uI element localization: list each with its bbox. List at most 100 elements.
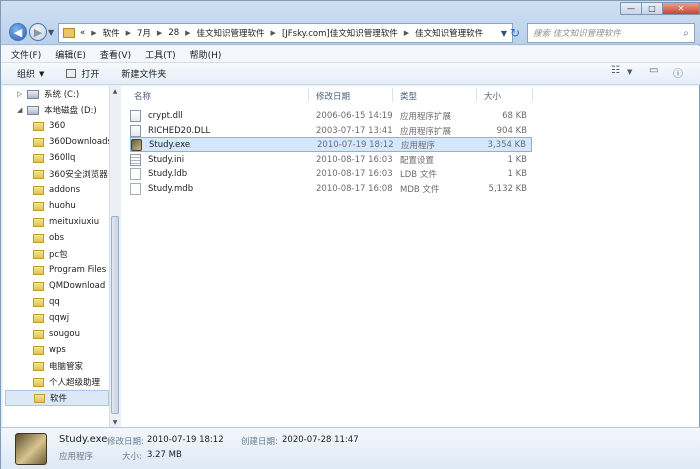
folder-icon xyxy=(33,201,44,211)
sidebar-scrollbar[interactable]: ▲ ▼ xyxy=(109,86,120,427)
sidebar-item-folder[interactable]: 360安全浏览器 xyxy=(33,166,119,182)
column-divider[interactable] xyxy=(308,88,309,102)
details-created-value: 2020-07-28 11:47 xyxy=(282,435,359,445)
breadcrumb-item[interactable]: 佳文知识管理软件 xyxy=(415,27,483,39)
breadcrumb-item[interactable]: [JFsky.com]佳文知识管理软件 xyxy=(282,27,398,39)
sidebar-item-label: huohu xyxy=(49,201,76,211)
column-header-date[interactable]: 修改日期 xyxy=(316,90,350,102)
sidebar-item-folder[interactable]: addons xyxy=(33,182,119,198)
application-icon xyxy=(15,433,47,465)
column-divider[interactable] xyxy=(476,88,477,102)
file-row[interactable]: Study.ini 2010-08-17 16:03 配置设置 1 KB xyxy=(130,152,532,167)
address-field[interactable]: « ▶ 软件 ▶ 7月 ▶ 28 ▶ 佳文知识管理软件 ▶ [JFsky.com… xyxy=(58,23,513,43)
file-size: 1 KB xyxy=(507,154,527,165)
file-row[interactable]: crypt.dll 2006-06-15 14:19 应用程序扩展 68 KB xyxy=(130,108,532,123)
menu-tools[interactable]: 工具(T) xyxy=(145,48,176,61)
file-row-selected[interactable]: Study.exe 2010-07-19 18:12 应用程序 3,354 KB xyxy=(130,137,532,152)
maximize-button[interactable]: □ xyxy=(641,2,663,15)
file-row[interactable]: Study.mdb 2010-08-17 16:08 MDB 文件 5,132 … xyxy=(130,181,532,196)
file-size: 68 KB xyxy=(502,110,527,121)
search-input[interactable]: 搜索 佳文知识管理软件 xyxy=(533,27,678,39)
sidebar-item-label: Program Files xyxy=(49,265,107,275)
file-date: 2010-08-17 16:03 xyxy=(316,168,393,179)
sidebar-item-folder[interactable]: 360llq xyxy=(33,150,119,166)
file-row[interactable]: RICHED20.DLL 2003-07-17 13:41 应用程序扩展 904… xyxy=(130,123,532,138)
file-name: Study.ldb xyxy=(148,168,188,179)
sidebar-item-folder[interactable]: meituxiuxiu xyxy=(33,214,119,230)
sidebar-item-folder[interactable]: qq xyxy=(33,294,119,310)
close-button[interactable]: ✕ xyxy=(662,2,700,15)
sidebar-item-label: 360 xyxy=(49,121,66,131)
search-box[interactable]: 搜索 佳文知识管理软件 ⌕ xyxy=(527,23,695,43)
breadcrumb-overflow[interactable]: « xyxy=(80,28,85,38)
sidebar-item-folder[interactable]: 电脑管家 xyxy=(33,358,119,374)
preview-pane-icon[interactable]: ▭ xyxy=(649,65,658,76)
sidebar-item-folder[interactable]: qqwj xyxy=(33,310,119,326)
file-type: 配置设置 xyxy=(400,155,435,166)
file-size: 3,354 KB xyxy=(487,139,526,150)
breadcrumb-item[interactable]: 佳文知识管理软件 xyxy=(197,27,265,39)
sidebar-item-drive-d[interactable]: ◢ 本地磁盘 (D:) xyxy=(17,102,119,118)
sidebar-item-label: 本地磁盘 (D:) xyxy=(44,106,97,116)
generic-file-icon xyxy=(130,167,141,180)
sidebar-item-drive-c[interactable]: ▷ 系统 (C:) xyxy=(17,86,119,102)
sidebar-item-folder[interactable]: pc包 xyxy=(33,246,119,262)
scrollbar-thumb[interactable] xyxy=(111,216,119,414)
column-header-type[interactable]: 类型 xyxy=(400,90,417,102)
scroll-down-icon[interactable]: ▼ xyxy=(110,417,120,427)
column-header-name[interactable]: 名称 xyxy=(134,90,151,102)
breadcrumb-item[interactable]: 7月 xyxy=(137,27,151,39)
refresh-icon[interactable]: ↻ xyxy=(507,23,523,43)
menu-help[interactable]: 帮助(H) xyxy=(190,48,222,61)
sidebar-item-label: 电脑管家 xyxy=(49,362,84,372)
details-file-type: 应用程序 xyxy=(59,452,94,462)
expand-arrow-icon[interactable]: ▷ xyxy=(17,90,27,98)
file-name: Study.exe xyxy=(149,139,191,150)
collapse-arrow-icon[interactable]: ◢ xyxy=(17,106,27,114)
breadcrumb-item[interactable]: 软件 xyxy=(103,27,120,39)
chevron-down-icon: ▼ xyxy=(39,69,45,78)
view-options-icon[interactable]: ☷ xyxy=(611,65,620,76)
file-date: 2010-07-19 18:12 xyxy=(317,139,394,150)
sidebar-item-selected-folder[interactable]: 软件 xyxy=(5,390,109,406)
sidebar-item-folder[interactable]: sougou xyxy=(33,326,119,342)
file-date: 2010-08-17 16:03 xyxy=(316,154,393,165)
menu-view[interactable]: 查看(V) xyxy=(100,48,131,61)
sidebar-item-folder[interactable]: 360Downloads xyxy=(33,134,119,150)
new-folder-label: 新建文件夹 xyxy=(121,70,167,80)
sidebar-item-folder[interactable]: 个人超级助理 xyxy=(33,374,119,390)
drive-icon xyxy=(27,105,39,115)
folder-icon xyxy=(33,313,44,323)
chevron-right-icon: ▶ xyxy=(91,29,97,37)
details-size-value: 3.27 MB xyxy=(147,450,182,460)
scroll-up-icon[interactable]: ▲ xyxy=(110,86,120,96)
sidebar-item-folder[interactable]: obs xyxy=(33,230,119,246)
file-name: Study.mdb xyxy=(148,183,194,194)
menu-file[interactable]: 文件(F) xyxy=(11,48,41,61)
sidebar-item-folder[interactable]: Program Files xyxy=(33,262,119,278)
forward-button[interactable]: ▶ xyxy=(29,23,47,41)
sidebar-item-folder[interactable]: wps xyxy=(33,342,119,358)
folder-icon xyxy=(33,233,44,243)
search-icon[interactable]: ⌕ xyxy=(678,28,694,39)
minimize-button[interactable]: — xyxy=(620,2,642,15)
view-dropdown-icon[interactable]: ▼ xyxy=(627,68,632,76)
sidebar-item-folder[interactable]: huohu xyxy=(33,198,119,214)
sidebar-item-folder[interactable]: 360 xyxy=(33,118,119,134)
organize-button[interactable]: 组织 ▼ xyxy=(17,67,45,81)
help-icon[interactable]: ⓘ xyxy=(673,65,683,80)
file-row[interactable]: Study.ldb 2010-08-17 16:03 LDB 文件 1 KB xyxy=(130,166,532,181)
open-button[interactable]: 打开 xyxy=(66,67,99,80)
new-folder-button[interactable]: 新建文件夹 xyxy=(121,67,166,80)
sidebar-item-folder[interactable]: QMDownload xyxy=(33,278,119,294)
chevron-right-icon: ▶ xyxy=(185,29,191,37)
column-divider[interactable] xyxy=(392,88,393,102)
sidebar-item-label: 软件 xyxy=(50,394,68,404)
sidebar-item-label: meituxiuxiu xyxy=(49,217,100,227)
back-button[interactable]: ◀ xyxy=(9,23,27,41)
recent-pages-dropdown[interactable]: ▼ xyxy=(48,28,54,37)
menu-edit[interactable]: 编辑(E) xyxy=(55,48,86,61)
column-divider[interactable] xyxy=(532,88,533,102)
breadcrumb-item[interactable]: 28 xyxy=(168,28,179,38)
column-header-size[interactable]: 大小 xyxy=(484,90,501,102)
